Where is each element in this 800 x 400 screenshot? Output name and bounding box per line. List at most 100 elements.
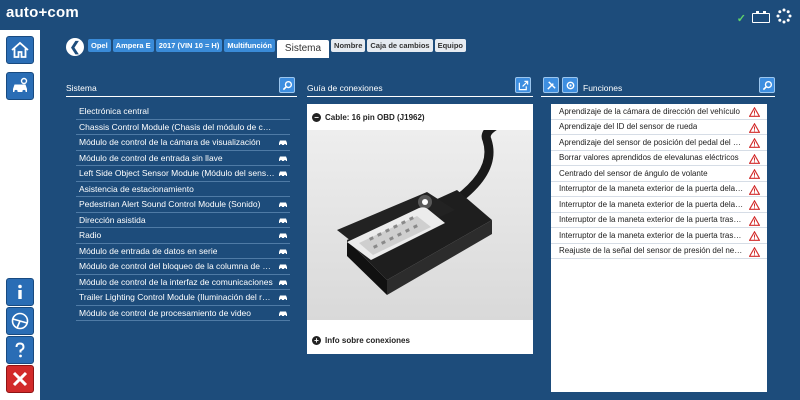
vehicle-diagnostic-icon xyxy=(279,280,287,286)
left-sidebar xyxy=(0,30,40,400)
sistema-item[interactable]: Pedestrian Alert Sound Control Module (S… xyxy=(76,197,290,213)
sistema-item[interactable]: Radio xyxy=(76,228,290,244)
sistema-header: Sistema xyxy=(66,77,297,97)
home-icon xyxy=(11,41,29,58)
sistema-item[interactable]: Módulo de control del bloqueo de la colu… xyxy=(76,259,290,275)
sistema-item[interactable]: Asistencia de estacionamiento xyxy=(76,182,290,197)
sistema-item-label: Electrónica central xyxy=(79,106,149,117)
info-icon xyxy=(18,284,22,299)
warning-icon xyxy=(749,200,760,210)
home-button[interactable] xyxy=(6,36,34,64)
settings-gear-icon[interactable] xyxy=(776,8,792,28)
sistema-list: Electrónica central Chassis Control Modul… xyxy=(76,104,290,321)
sistema-item[interactable]: Módulo de control de la interfaz de comu… xyxy=(76,275,290,290)
funciones-title: Funciones xyxy=(583,83,623,93)
funcion-item[interactable]: Centrado del sensor de ángulo de volante xyxy=(551,166,767,182)
funcion-item[interactable]: Aprendizaje del ID del sensor de rueda xyxy=(551,120,767,135)
funcion-item-label: Centrado del sensor de ángulo de volante xyxy=(559,168,708,178)
funcion-item[interactable]: Interruptor de la maneta exterior de la … xyxy=(551,182,767,197)
guia-header: Guía de conexiones xyxy=(307,77,533,97)
warning-icon xyxy=(749,215,760,226)
funcion-item[interactable]: Aprendizaje de la cámara de dirección de… xyxy=(551,104,767,120)
funcion-item[interactable]: Interruptor de la maneta exterior de la … xyxy=(551,228,767,244)
sistema-item-label: Trailer Lighting Control Module (Ilumina… xyxy=(79,292,275,303)
info-conexiones-toggle[interactable]: + Info sobre conexiones xyxy=(307,329,533,351)
car-gear-icon xyxy=(13,77,28,94)
collapse-icon: − xyxy=(312,112,321,122)
tab-caja-de-cambios[interactable]: Caja de cambios xyxy=(367,39,433,52)
tab-nombre[interactable]: Nombre xyxy=(331,39,366,52)
sistema-item[interactable]: Módulo de control de entrada sin llave xyxy=(76,151,290,166)
funcion-item[interactable]: Borrar valores aprendidos de elevalunas … xyxy=(551,151,767,166)
expand-icon: + xyxy=(312,335,321,345)
cable-label: Cable: 16 pin OBD (J1962) xyxy=(325,112,425,122)
info-button[interactable] xyxy=(6,278,34,306)
connection-button[interactable] xyxy=(6,307,34,335)
funciones-search-button[interactable] xyxy=(759,77,775,93)
breadcrumb: Opel Ampera E 2017 (VIN 10 = H) Multifun… xyxy=(88,39,467,58)
vehicle-button[interactable] xyxy=(6,72,34,100)
vehicle-diagnostic-icon xyxy=(279,156,287,162)
funcion-item[interactable]: Interruptor de la maneta exterior de la … xyxy=(551,197,767,213)
tab-sistema[interactable]: Sistema xyxy=(276,40,330,58)
sistema-item-label: Asistencia de estacionamiento xyxy=(79,183,194,194)
battery-icon xyxy=(752,11,770,23)
funcion-item-label: Reajuste de la señal del sensor de presi… xyxy=(559,246,744,256)
sistema-item[interactable]: Electrónica central xyxy=(76,104,290,120)
vehicle-diagnostic-icon xyxy=(279,295,287,301)
tab-equipo[interactable]: Equipo xyxy=(434,39,467,52)
sistema-item-label: Radio xyxy=(79,230,102,241)
breadcrumb-model[interactable]: Ampera E xyxy=(112,39,154,52)
vehicle-diagnostic-icon xyxy=(279,311,287,317)
sistema-item[interactable]: Dirección asistida xyxy=(76,213,290,228)
search-icon xyxy=(282,80,292,90)
funcion-item[interactable]: Reajuste de la señal del sensor de presi… xyxy=(551,244,767,259)
funciones-list: Aprendizaje de la cámara de dirección de… xyxy=(551,104,767,392)
service-button[interactable] xyxy=(562,77,578,93)
guia-panel: − Cable: 16 pin OBD (J1962) + Info sobre… xyxy=(307,104,533,354)
warning-icon xyxy=(749,122,760,133)
app-logo: auto+com xyxy=(6,4,79,21)
sistema-item-label: Left Side Object Sensor Module (Módulo d… xyxy=(79,168,275,179)
funcion-item[interactable]: Aprendizaje del sensor de posición del p… xyxy=(551,135,767,151)
sistema-item-label: Módulo de control de procesamiento de vi… xyxy=(79,307,251,318)
breadcrumb-make[interactable]: Opel xyxy=(88,39,111,52)
cable-header[interactable]: − Cable: 16 pin OBD (J1962) xyxy=(307,104,533,130)
steering-icon xyxy=(11,312,29,330)
sistema-item[interactable]: Trailer Lighting Control Module (Ilumina… xyxy=(76,290,290,306)
sistema-item[interactable]: Left Side Object Sensor Module (Módulo d… xyxy=(76,166,290,182)
guia-title: Guía de conexiones xyxy=(307,83,383,93)
funcion-item[interactable]: Interruptor de la maneta exterior de la … xyxy=(551,213,767,228)
help-button[interactable] xyxy=(6,336,34,364)
close-button[interactable] xyxy=(6,365,34,393)
sistema-item[interactable]: Módulo de entrada de datos en serie xyxy=(76,244,290,259)
sistema-search-button[interactable] xyxy=(279,77,295,93)
vehicle-diagnostic-icon xyxy=(279,264,287,270)
sistema-item-label: Módulo de control del bloqueo de la colu… xyxy=(79,261,275,272)
warning-icon xyxy=(749,107,760,117)
sistema-item-label: Módulo de control de entrada sin llave xyxy=(79,152,223,163)
breadcrumb-year[interactable]: 2017 (VIN 10 = H) xyxy=(155,39,223,52)
tools-button[interactable] xyxy=(543,77,559,93)
funcion-item-label: Interruptor de la maneta exterior de la … xyxy=(559,230,744,240)
sistema-item[interactable]: Módulo de control de procesamiento de vi… xyxy=(76,306,290,321)
sistema-item[interactable]: Módulo de control de la cámara de visual… xyxy=(76,135,290,151)
sistema-item-label: Pedestrian Alert Sound Control Module (S… xyxy=(79,199,261,210)
warning-icon xyxy=(749,231,760,241)
sistema-item[interactable]: Chassis Control Module (Chasis del módul… xyxy=(76,120,290,135)
funcion-item-label: Aprendizaje del ID del sensor de rueda xyxy=(559,122,698,132)
back-button[interactable]: ❮ xyxy=(66,38,84,56)
top-bar: auto+com ✓ xyxy=(0,0,800,30)
warning-icon xyxy=(749,184,760,195)
sistema-item-label: Módulo de control de la interfaz de comu… xyxy=(79,276,273,287)
vehicle-diagnostic-icon xyxy=(279,218,287,224)
breadcrumb-function-type[interactable]: Multifunción xyxy=(224,39,275,52)
vehicle-diagnostic-icon xyxy=(279,202,287,208)
sistema-item-label: Módulo de entrada de datos en serie xyxy=(79,245,218,256)
service-icon xyxy=(566,81,574,89)
vehicle-diagnostic-icon xyxy=(279,140,287,146)
guia-open-button[interactable] xyxy=(515,77,531,93)
info-conexiones-label: Info sobre conexiones xyxy=(325,335,410,345)
funcion-item-label: Interruptor de la maneta exterior de la … xyxy=(559,199,744,209)
tools-icon xyxy=(546,80,556,90)
